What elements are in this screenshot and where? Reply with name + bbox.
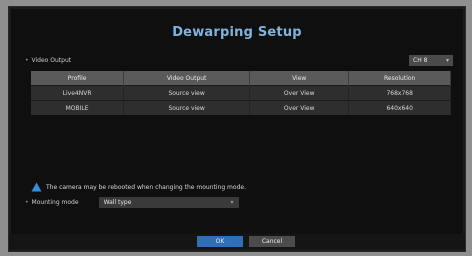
- chevron-down-icon: ▾: [230, 199, 234, 206]
- column-header-resolution: Resolution: [348, 71, 451, 86]
- mounting-mode-label: Mounting mode: [31, 199, 79, 206]
- column-header-view: View: [249, 71, 350, 86]
- cell-profile: MOBILE: [31, 100, 125, 115]
- cell-profile: Live4NVR: [31, 85, 125, 101]
- ok-button[interactable]: OK: [197, 236, 243, 247]
- bullet-icon: •: [25, 199, 29, 206]
- table-row[interactable]: Live4NVR Source view Over View 768x768: [31, 85, 451, 101]
- bullet-icon: •: [25, 57, 29, 64]
- video-output-text: Video Output: [31, 57, 72, 64]
- warning-message: The camera may be rebooted when changing…: [31, 182, 246, 192]
- mounting-mode-row: • Mounting mode Wall type ▾: [25, 197, 239, 208]
- warning-text: The camera may be rebooted when changing…: [46, 183, 246, 191]
- cancel-button[interactable]: Cancel: [249, 236, 295, 247]
- dewarping-setup-dialog: Dewarping Setup • Video Output CH 8 ▾ Pro…: [8, 6, 466, 252]
- chevron-down-icon: ▾: [445, 57, 449, 64]
- table-row[interactable]: MOBILE Source view Over View 640x640: [31, 100, 451, 115]
- cell-resolution: 768x768: [348, 85, 451, 101]
- cell-view[interactable]: Over View: [249, 100, 350, 115]
- cell-resolution: 640x640: [348, 100, 451, 115]
- column-header-profile: Profile: [31, 71, 125, 86]
- table-header-row: Profile Video Output View Resolution: [31, 71, 451, 86]
- column-header-video-output: Video Output: [123, 71, 251, 86]
- channel-select-value: CH 8: [413, 57, 428, 64]
- video-profile-table: Profile Video Output View Resolution Liv…: [31, 71, 451, 115]
- warning-icon: [31, 182, 42, 192]
- mounting-mode-select[interactable]: Wall type ▾: [98, 197, 239, 208]
- mounting-mode-value: Wall type: [103, 199, 132, 206]
- video-output-label: • Video Output: [25, 57, 71, 64]
- cell-video-output[interactable]: Source view: [123, 85, 251, 101]
- dialog-title: Dewarping Setup: [172, 25, 302, 40]
- cell-video-output[interactable]: Source view: [123, 100, 251, 115]
- channel-select[interactable]: CH 8 ▾: [409, 55, 453, 66]
- cell-view[interactable]: Over View: [249, 85, 350, 101]
